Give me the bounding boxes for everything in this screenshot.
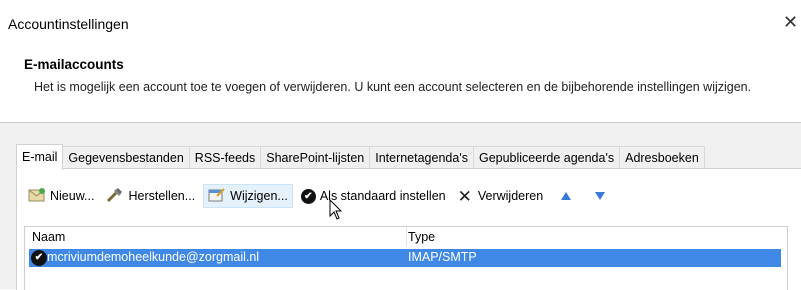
section-title: E-mailaccounts bbox=[24, 57, 124, 72]
new-account-button[interactable]: Nieuw... bbox=[24, 184, 98, 208]
window-title: Accountinstellingen bbox=[8, 16, 129, 32]
tab-rss-feeds[interactable]: RSS-feeds bbox=[188, 146, 262, 169]
section-description: Het is mogelijk een account toe te voege… bbox=[34, 80, 752, 94]
checkmark-icon: ✔ bbox=[300, 188, 316, 204]
remove-label: Verwijderen bbox=[477, 189, 544, 203]
account-name: mcriviumdemoheelkunde@zorgmail.nl bbox=[47, 250, 260, 264]
tab-email[interactable]: E-mail bbox=[16, 144, 64, 170]
change-button[interactable]: Wijzigen... bbox=[203, 184, 293, 208]
tab-internet-calendars[interactable]: Internetagenda's bbox=[369, 146, 474, 169]
repair-button[interactable]: Herstellen... bbox=[102, 184, 199, 208]
account-toolbar: Nieuw... Herstellen... Wijzigen... ✔ Als… bbox=[24, 184, 619, 208]
settings-change-icon bbox=[208, 187, 226, 206]
move-up-button[interactable] bbox=[551, 184, 581, 208]
account-row[interactable]: ✔ mcriviumdemoheelkunde@zorgmail.nl IMAP… bbox=[29, 249, 781, 267]
arrow-down-icon bbox=[595, 192, 606, 200]
arrow-up-icon bbox=[561, 192, 572, 200]
new-account-label: Nieuw... bbox=[50, 189, 95, 203]
tools-icon bbox=[106, 187, 124, 206]
delete-x-icon: ✕ bbox=[457, 186, 472, 206]
column-header-name[interactable]: Naam bbox=[32, 230, 65, 244]
set-default-button[interactable]: ✔ Als standaard instellen bbox=[297, 184, 450, 208]
tab-data-files[interactable]: Gegevensbestanden bbox=[62, 146, 190, 169]
tab-strip: E-mail Gegevensbestanden RSS-feeds Share… bbox=[16, 144, 705, 170]
tab-published-calendars[interactable]: Gepubliceerde agenda's bbox=[472, 146, 621, 169]
account-type: IMAP/SMTP bbox=[408, 250, 477, 264]
default-account-check-icon: ✔ bbox=[31, 250, 47, 266]
change-label: Wijzigen... bbox=[230, 189, 288, 203]
title-bar: Accountinstellingen ✕ bbox=[0, 0, 801, 40]
tab-sharepoint-lists[interactable]: SharePoint-lijsten bbox=[260, 146, 371, 169]
tab-address-books[interactable]: Adresboeken bbox=[619, 146, 705, 169]
move-down-button[interactable] bbox=[585, 184, 615, 208]
accounts-list[interactable]: Naam Type ✔ mcriviumdemoheelkunde@zorgma… bbox=[24, 226, 788, 290]
column-header-type[interactable]: Type bbox=[408, 230, 435, 244]
new-envelope-icon bbox=[28, 187, 46, 205]
repair-label: Herstellen... bbox=[128, 189, 196, 203]
column-separator bbox=[406, 227, 407, 247]
remove-button[interactable]: ✕ Verwijderen bbox=[454, 184, 548, 208]
mouse-pointer-icon bbox=[329, 198, 343, 224]
close-icon[interactable]: ✕ bbox=[783, 12, 798, 32]
header-section: E-mailaccounts Het is mogelijk een accou… bbox=[0, 40, 801, 122]
